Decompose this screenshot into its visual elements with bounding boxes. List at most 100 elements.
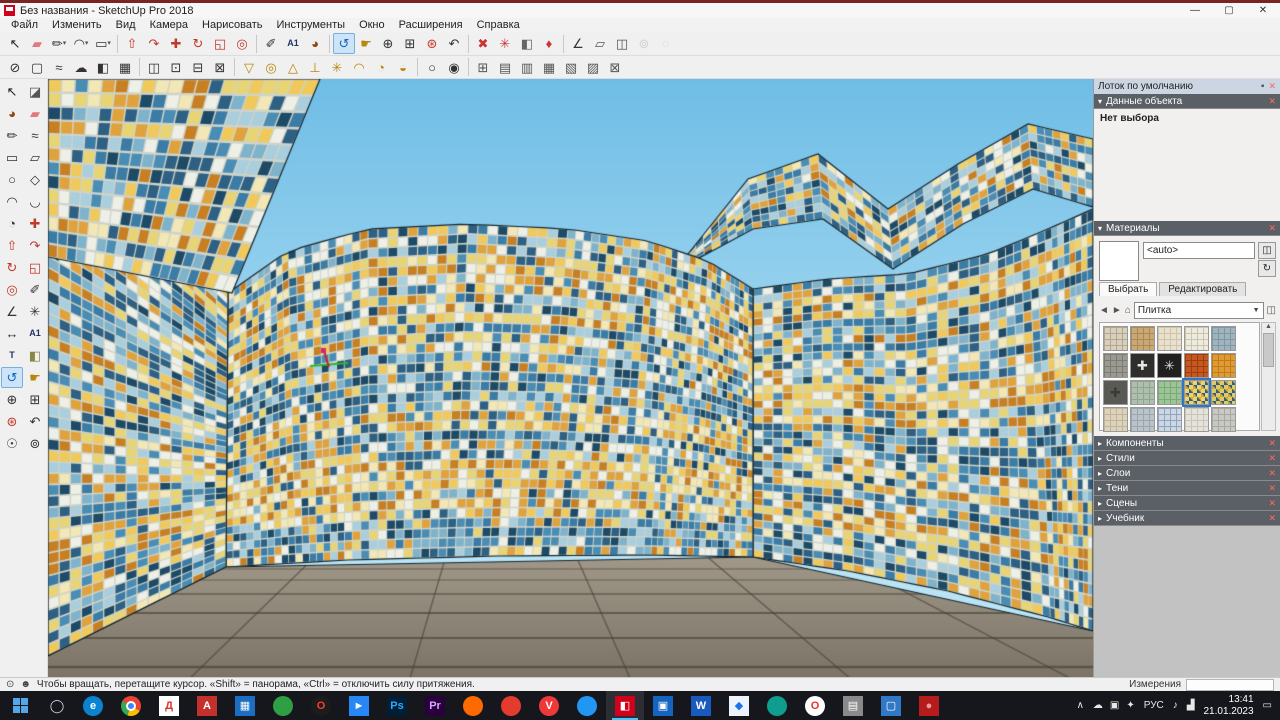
clock[interactable]: 13:41 21.01.2023 — [1203, 694, 1253, 717]
section-close-icon[interactable]: ✕ — [1268, 438, 1276, 449]
taskbar-app-blue-dev-app[interactable]: ▢ — [872, 691, 910, 720]
tool-target[interactable]: ◎ — [260, 57, 282, 78]
scroll-thumb[interactable] — [1263, 333, 1274, 367]
taskbar-app-photoshop[interactable]: Ps — [378, 691, 416, 720]
secondary-pane-button[interactable]: ◫ — [1258, 242, 1276, 259]
tool-box-x[interactable]: ⊠ — [604, 57, 626, 78]
tool-move[interactable]: ✚ — [165, 33, 187, 54]
tool-circle-tool[interactable]: ○ — [421, 57, 443, 78]
section-close-icon[interactable]: ✕ — [1268, 223, 1276, 234]
maximize-button[interactable]: ▢ — [1212, 3, 1246, 18]
tool-make-component[interactable]: ◪ — [24, 81, 46, 102]
menu-item[interactable]: Окно — [352, 19, 392, 31]
taskbar-app-opera[interactable]: O — [302, 691, 340, 720]
material-swatch-tile-beige[interactable] — [1103, 407, 1128, 432]
menu-item[interactable]: Вид — [109, 19, 143, 31]
material-swatch-tile-blue-yellow-mosaic[interactable] — [1182, 378, 1211, 407]
details-button[interactable]: ◫ — [1267, 305, 1276, 316]
tool-cone[interactable]: △ — [282, 57, 304, 78]
tool-eraser[interactable]: ▰ — [26, 33, 48, 54]
tool-cells[interactable]: ▦ — [538, 57, 560, 78]
section-close-icon[interactable]: ✕ — [1268, 453, 1276, 464]
tool-frame-2[interactable]: ⊡ — [165, 57, 187, 78]
tool-follow-me[interactable]: ↷ — [24, 235, 46, 256]
section-close-icon[interactable]: ✕ — [1268, 513, 1276, 524]
tool-paint-bucket[interactable]: ◕ — [304, 33, 326, 54]
taskbar-app-opera-red[interactable]: O — [796, 691, 834, 720]
tool-box-tool[interactable]: ▱ — [589, 33, 611, 54]
taskbar-app-vivaldi[interactable]: V — [530, 691, 568, 720]
measurements-input[interactable] — [1186, 678, 1274, 691]
taskbar-app-premiere[interactable]: Pr — [416, 691, 454, 720]
material-swatch-tile-gray-blue[interactable] — [1130, 407, 1155, 432]
tool-walk[interactable]: ⊚ — [633, 33, 655, 54]
tool-zoom-extents[interactable]: ⊛ — [1, 411, 23, 432]
tool-walk[interactable]: ⊚ — [24, 433, 46, 454]
close-button[interactable]: ✕ — [1246, 3, 1280, 18]
tool-stake[interactable]: ⊥ — [304, 57, 326, 78]
section-header-layers[interactable]: ▸ Слои ✕ — [1094, 466, 1280, 481]
tool-rounded-rect[interactable]: ▢ — [26, 57, 48, 78]
material-swatch-tile-dark-pattern[interactable]: ✚ — [1103, 380, 1128, 405]
tool-bezier[interactable]: ≈ — [48, 57, 70, 78]
taskbar-app-light-app[interactable]: ◆ — [720, 691, 758, 720]
taskbar-app-green-app[interactable] — [264, 691, 302, 720]
tool-zoom-extents[interactable]: ⊛ — [421, 33, 443, 54]
tool-freehand[interactable]: ≈ — [24, 125, 46, 146]
tool-image[interactable]: ▦ — [114, 57, 136, 78]
material-swatch-tile-yellow-mosaic[interactable] — [1211, 380, 1236, 405]
forward-arrow-icon[interactable]: ► — [1112, 305, 1122, 316]
tool-zoom-window[interactable]: ⊞ — [24, 389, 46, 410]
tool-level[interactable]: ∠ — [567, 33, 589, 54]
tray-icon[interactable]: ▣ — [1110, 700, 1119, 711]
scroll-up-icon[interactable]: ▲ — [1265, 323, 1272, 330]
tool-ring-tool[interactable]: ◉ — [443, 57, 465, 78]
tool-rows[interactable]: ▤ — [494, 57, 516, 78]
section-header-styles[interactable]: ▸ Стили ✕ — [1094, 451, 1280, 466]
menu-item[interactable]: Справка — [470, 19, 527, 31]
tool-protractor[interactable]: ∠ — [1, 301, 23, 322]
materials-tab-select[interactable]: Выбрать — [1099, 282, 1158, 296]
tool-tape-measure[interactable]: ✐ — [260, 33, 282, 54]
materials-tab-edit[interactable]: Редактировать — [1159, 282, 1247, 296]
tool-pan[interactable]: ☛ — [24, 367, 46, 388]
tool-tape-measure[interactable]: ✐ — [24, 279, 46, 300]
material-swatch-tile-terracotta[interactable] — [1184, 353, 1209, 378]
tool-previous-view[interactable]: ↶ — [443, 33, 465, 54]
tool-rotated-rectangle[interactable]: ▱ — [24, 147, 46, 168]
tool-shapes[interactable]: ▭ ▾ — [92, 33, 114, 54]
tool-circle[interactable]: ○ — [1, 169, 23, 190]
menu-item[interactable]: Изменить — [45, 19, 109, 31]
taskbar-app-blue-round-app[interactable] — [568, 691, 606, 720]
taskbar-app-orange-app[interactable] — [454, 691, 492, 720]
tool-gradient[interactable]: ◧ — [92, 57, 114, 78]
menu-item[interactable]: Камера — [143, 19, 195, 31]
tool-follow-me[interactable]: ↷ — [143, 33, 165, 54]
taskbar-app-word[interactable]: W — [682, 691, 720, 720]
tool-section-plane[interactable]: ◧ — [516, 33, 538, 54]
tool-burst[interactable]: ✳ — [326, 57, 348, 78]
menu-item[interactable]: Инструменты — [269, 19, 352, 31]
credits-icon[interactable]: ☻ — [20, 679, 31, 690]
tool-polygon[interactable]: ◇ — [24, 169, 46, 190]
tool-dome[interactable]: ◠ — [348, 57, 370, 78]
section-header-shadows[interactable]: ▸ Тени ✕ — [1094, 481, 1280, 496]
tool-position-camera[interactable]: ☉ — [1, 433, 23, 454]
section-close-icon[interactable]: ✕ — [1268, 498, 1276, 509]
tool-columns[interactable]: ▥ — [516, 57, 538, 78]
taskbar-app-sketchup[interactable]: ◧ — [606, 691, 644, 720]
tool-scale[interactable]: ◱ — [24, 257, 46, 278]
tool-line[interactable]: ✏ ▾ — [48, 33, 70, 54]
section-header-instructor[interactable]: ▸ Учебник ✕ — [1094, 511, 1280, 526]
tray-icon[interactable]: ✦ — [1126, 700, 1134, 711]
tool-paint[interactable]: ◕ — [1, 103, 23, 124]
tool-rotate[interactable]: ↻ — [1, 257, 23, 278]
tool-section-plane[interactable]: ◧ — [24, 345, 46, 366]
section-header-components[interactable]: ▸ Компоненты ✕ — [1094, 436, 1280, 451]
section-header-entity-info[interactable]: ▾ Данные объекта ✕ — [1094, 94, 1280, 109]
tool-offset[interactable]: ◎ — [231, 33, 253, 54]
material-swatch-tile-light[interactable] — [1184, 407, 1209, 432]
taskbar-app-yandex-disk[interactable]: Д — [150, 691, 188, 720]
tool-select[interactable]: ↖ — [4, 33, 26, 54]
viewport-3d[interactable] — [48, 79, 1093, 677]
